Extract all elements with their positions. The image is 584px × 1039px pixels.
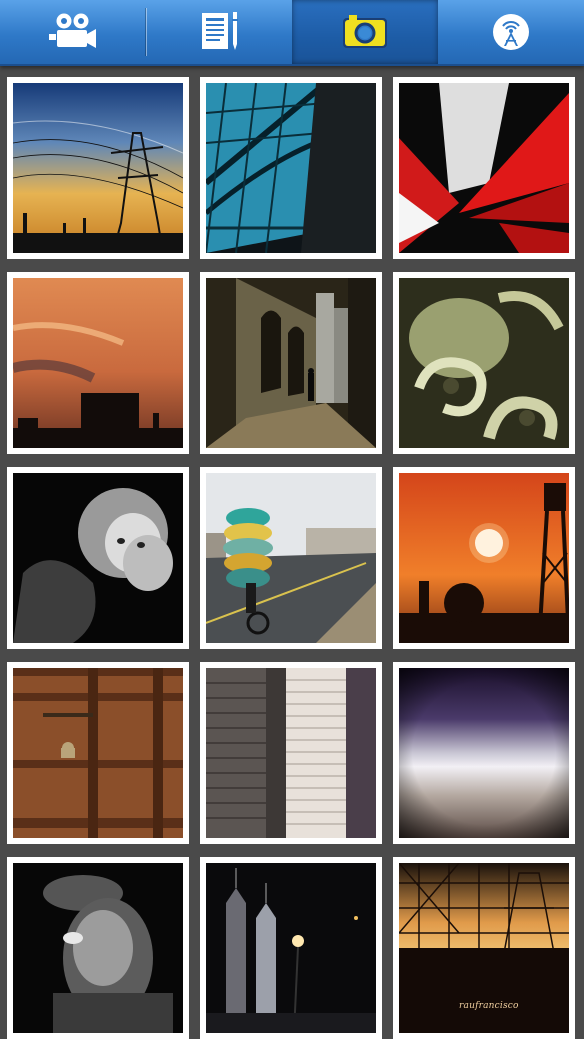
tab-photos[interactable]: [292, 0, 438, 64]
scaffolding-sunset-photo: raufrancisco: [399, 863, 569, 1033]
photo-thumbnail[interactable]: [393, 272, 575, 454]
glass-roof-photo: [206, 83, 376, 253]
orange-sky-silhouette-photo: [13, 278, 183, 448]
photo-thumbnail[interactable]: [200, 662, 382, 844]
photo-thumbnail[interactable]: [200, 272, 382, 454]
tab-live[interactable]: [438, 0, 584, 64]
smoking-man-photo: [13, 863, 183, 1033]
photo-thumbnail[interactable]: [393, 467, 575, 649]
purple-gradient-photo: [399, 668, 569, 838]
document-pen-icon: [197, 10, 241, 54]
photo-thumbnail[interactable]: [200, 467, 382, 649]
skyscrapers-photo: [206, 668, 376, 838]
photo-thumbnail[interactable]: [7, 662, 189, 844]
photo-thumbnail[interactable]: [7, 77, 189, 259]
photo-thumbnail[interactable]: [7, 272, 189, 454]
top-tab-bar: [0, 0, 584, 66]
wooden-door-padlock-photo: [13, 668, 183, 838]
photo-thumbnail[interactable]: [7, 857, 189, 1039]
broadcast-tower-icon: [489, 10, 533, 54]
carved-stone-scroll-photo: [399, 278, 569, 448]
night-towers-photo: [206, 863, 376, 1033]
photo-thumbnail[interactable]: [200, 857, 382, 1039]
photo-thumbnail[interactable]: [393, 662, 575, 844]
photo-grid: raufrancisco: [0, 77, 584, 1039]
tab-video[interactable]: [0, 0, 146, 64]
photo-thumbnail[interactable]: [393, 77, 575, 259]
photo-thumbnail[interactable]: [7, 467, 189, 649]
cherub-statue-photo: [13, 473, 183, 643]
photo-thumbnail[interactable]: [200, 77, 382, 259]
power-pylon-sunset-photo: [13, 83, 183, 253]
photo-watermark: raufrancisco: [459, 1001, 519, 1011]
red-white-abstract-photo: [399, 83, 569, 253]
camera-icon: [340, 12, 390, 52]
arched-alley-photo: [206, 278, 376, 448]
bicycle-loaded-fabrics-photo: [206, 473, 376, 643]
orange-sun-tower-photo: [399, 473, 569, 643]
video-camera-icon: [48, 12, 98, 52]
photo-thumbnail[interactable]: raufrancisco: [393, 857, 575, 1039]
tab-articles[interactable]: [146, 0, 292, 64]
